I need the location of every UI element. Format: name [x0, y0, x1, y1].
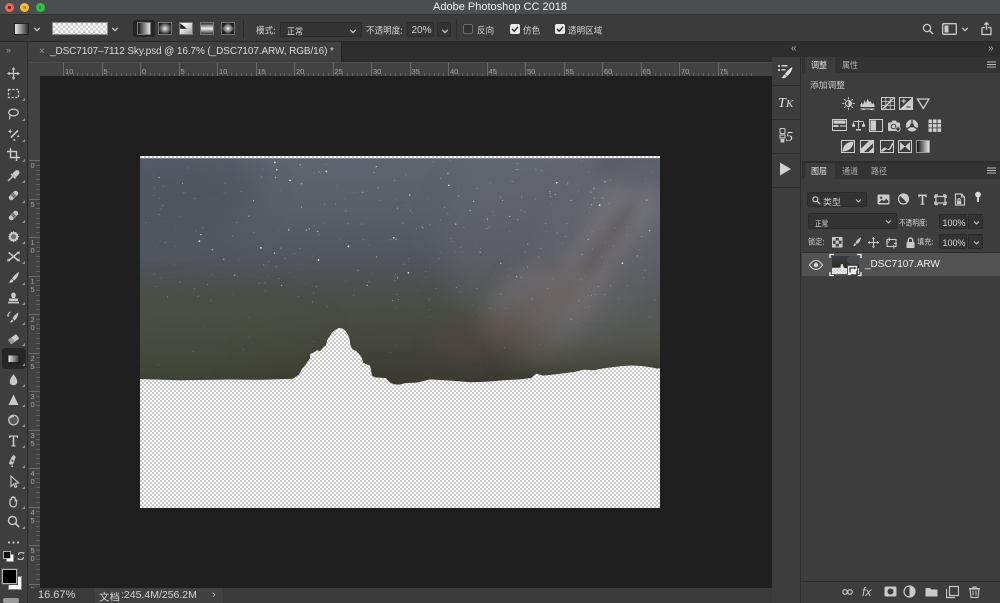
svg-text:fx: fx — [862, 585, 872, 599]
svg-text:K: K — [785, 98, 794, 110]
svg-text:5: 5 — [786, 130, 793, 144]
